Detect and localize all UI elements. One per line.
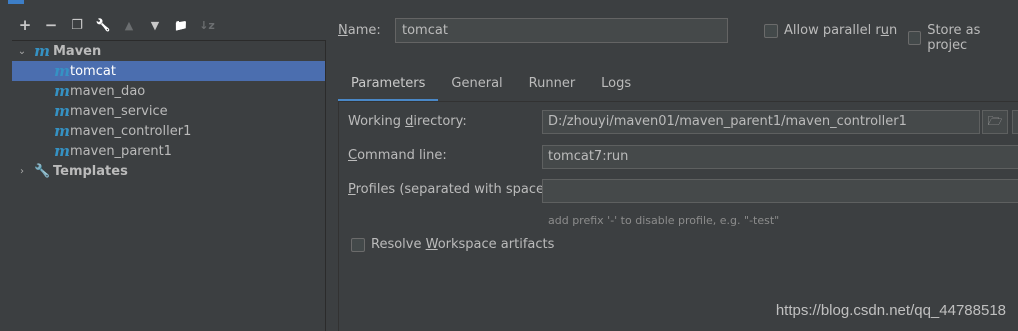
copy-icon: ❐: [71, 17, 83, 33]
resolve-workspace-artifacts-checkbox[interactable]: Resolve Workspace artifacts: [351, 237, 554, 252]
maven-icon: m: [34, 42, 50, 60]
folder-add-icon: 📁: [174, 18, 188, 32]
tab-logs[interactable]: Logs: [588, 72, 644, 102]
name-label: Name:: [338, 23, 381, 38]
move-up-button[interactable]: ▲: [116, 14, 142, 36]
copy-configuration-button[interactable]: ❐: [64, 14, 90, 36]
resolve-workspace-artifacts-label: Resolve Workspace artifacts: [371, 237, 555, 252]
parameters-panel: Working directory: D:/zhouyi/maven01/mav…: [338, 102, 1018, 331]
configuration-editor: Name: Allow parallel run Store as projec…: [326, 6, 1018, 331]
allow-parallel-run-checkbox[interactable]: Allow parallel run: [764, 23, 897, 38]
sort-icon: ↓z: [199, 18, 215, 32]
profiles-hint: add prefix '-' to disable profile, e.g. …: [548, 214, 780, 227]
store-as-project-file-checkbox[interactable]: Store as projec: [908, 23, 1018, 53]
chevron-right-icon[interactable]: ›: [16, 166, 28, 177]
tab-parameters[interactable]: Parameters: [338, 72, 439, 102]
tab-runner[interactable]: Runner: [516, 72, 589, 102]
profiles-label: Profiles (separated with space):: [348, 182, 554, 197]
minus-icon: −: [44, 16, 58, 34]
wrench-icon: 🔧: [95, 18, 111, 32]
checkbox-box[interactable]: [908, 31, 922, 45]
configurations-tree: ⌄ m Maven m tomcat m maven_dao m maven_s…: [12, 40, 326, 331]
maven-icon: m: [54, 62, 70, 80]
wrench-icon: 🔧: [34, 163, 51, 179]
tree-item-label: maven_dao: [70, 83, 146, 99]
tree-node-templates[interactable]: › 🔧 Templates: [12, 161, 325, 181]
chevron-down-icon[interactable]: ⌄: [16, 46, 28, 57]
tree-item-label: maven_parent1: [70, 143, 172, 159]
tree-node-label: Maven: [53, 43, 102, 59]
move-up-icon: ▲: [124, 18, 134, 32]
maven-icon: m: [54, 142, 70, 160]
move-down-button[interactable]: ▼: [142, 14, 168, 36]
tree-node-maven[interactable]: ⌄ m Maven: [12, 41, 325, 61]
tree-item-tomcat[interactable]: m tomcat: [12, 61, 325, 81]
configurations-pane: + − ❐ 🔧 ▲ ▼ 📁 ↓z ⌄ m Maven m tomcat m ma…: [0, 6, 326, 331]
working-directory-label: Working directory:: [348, 114, 467, 129]
command-line-input[interactable]: tomcat7:run: [542, 145, 1018, 169]
macro-button[interactable]: [1012, 110, 1018, 134]
command-line-label: Command line:: [348, 148, 447, 163]
name-input[interactable]: [395, 18, 728, 43]
working-directory-input[interactable]: D:/zhouyi/maven01/maven_parent1/maven_co…: [542, 110, 980, 134]
configurations-toolbar: + − ❐ 🔧 ▲ ▼ 📁 ↓z: [12, 14, 220, 36]
folder-icon: 🗁: [987, 113, 1003, 128]
tree-item-label: maven_service: [70, 103, 168, 119]
config-tabs: Parameters General Runner Logs: [338, 72, 644, 102]
app-icon: [8, 0, 24, 4]
maven-icon: m: [54, 102, 70, 120]
plus-icon: +: [18, 16, 32, 34]
remove-configuration-button[interactable]: −: [38, 14, 64, 36]
tree-item-label: maven_controller1: [70, 123, 192, 139]
tree-item-label: tomcat: [70, 63, 116, 79]
maven-icon: m: [54, 122, 70, 140]
profiles-input[interactable]: [542, 179, 1018, 203]
tree-item-maven-service[interactable]: m maven_service: [12, 101, 325, 121]
tree-item-maven-controller1[interactable]: m maven_controller1: [12, 121, 325, 141]
tree-node-label: Templates: [53, 163, 128, 179]
tab-general[interactable]: General: [438, 72, 515, 102]
watermark: https://blog.csdn.net/qq_44788518: [775, 302, 1006, 319]
add-configuration-button[interactable]: +: [12, 14, 38, 36]
edit-defaults-button[interactable]: 🔧: [90, 14, 116, 36]
checkbox-box[interactable]: [764, 23, 778, 38]
allow-parallel-run-label: Allow parallel run: [784, 23, 898, 38]
checkbox-box[interactable]: [351, 237, 365, 252]
browse-folder-button[interactable]: 🗁: [982, 110, 1008, 134]
sort-button[interactable]: ↓z: [194, 14, 220, 36]
tree-item-maven-dao[interactable]: m maven_dao: [12, 81, 325, 101]
move-down-icon: ▼: [150, 18, 160, 32]
maven-icon: m: [54, 82, 70, 100]
tree-item-maven-parent1[interactable]: m maven_parent1: [12, 141, 325, 161]
create-folder-button[interactable]: 📁: [168, 14, 194, 36]
store-as-project-label: Store as projec: [927, 23, 981, 53]
